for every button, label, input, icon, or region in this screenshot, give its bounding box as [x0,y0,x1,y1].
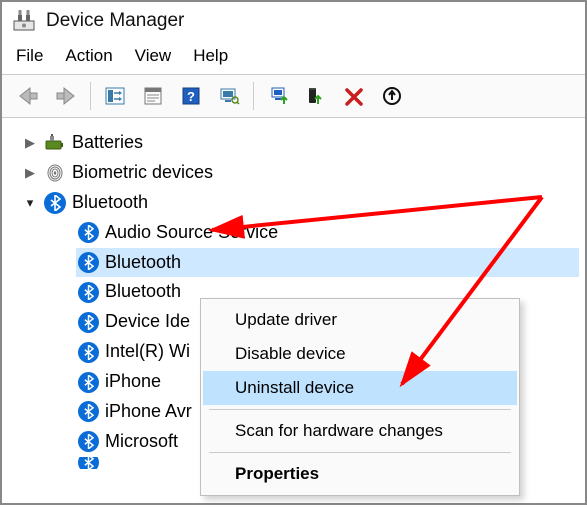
node-label: iPhone [105,368,161,396]
forward-button[interactable] [48,79,84,113]
update-driver-button[interactable] [260,79,296,113]
bluetooth-icon [78,401,99,422]
node-label: Bluetooth [72,189,148,217]
ctx-update-driver[interactable]: Update driver [203,303,517,337]
device-manager-icon [12,10,36,32]
battery-icon [44,132,66,154]
disable-device-button[interactable] [336,79,372,113]
node-label: Audio Source Service [105,219,278,247]
node-label: Bluetooth [105,278,181,306]
caret-collapsed-icon[interactable]: ▶ [22,133,38,153]
ctx-uninstall-device[interactable]: Uninstall device [203,371,517,405]
context-menu: Update driver Disable device Uninstall d… [200,298,520,496]
menu-help[interactable]: Help [193,46,228,66]
menu-action[interactable]: Action [65,46,112,66]
bluetooth-icon [78,252,99,273]
titlebar: Device Manager [2,2,585,38]
menubar: File Action View Help [2,38,585,74]
bluetooth-icon [78,282,99,303]
help-button[interactable]: ? [173,79,209,113]
window-title: Device Manager [46,10,184,32]
bluetooth-icon [78,372,99,393]
node-label: Batteries [72,129,143,157]
toolbar: ? [2,74,585,118]
ctx-scan-hardware[interactable]: Scan for hardware changes [203,414,517,448]
bluetooth-icon [78,431,99,452]
menu-view[interactable]: View [135,46,172,66]
tree-node-bluetooth[interactable]: ▾ Bluetooth [20,188,579,218]
scan-hardware-button[interactable] [211,79,247,113]
ctx-separator [209,409,511,410]
bluetooth-icon [78,312,99,333]
menu-file[interactable]: File [16,46,43,66]
ctx-properties[interactable]: Properties [203,457,517,491]
tree-node-batteries[interactable]: ▶ Batteries [20,128,579,158]
svg-text:?: ? [187,89,195,104]
bluetooth-icon [78,222,99,243]
separator [253,82,254,110]
ctx-disable-device[interactable]: Disable device [203,337,517,371]
enable-device-button[interactable] [374,79,410,113]
properties-button[interactable] [135,79,171,113]
bluetooth-icon [78,457,99,469]
bluetooth-icon [44,192,66,214]
tree-node-biometric[interactable]: ▶ Biometric devices [20,158,579,188]
node-label: Device Ide [105,308,190,336]
bluetooth-icon [78,342,99,363]
show-hide-console-button[interactable] [97,79,133,113]
node-label: Intel(R) Wi [105,338,190,366]
fingerprint-icon [44,162,66,184]
uninstall-device-button[interactable] [298,79,334,113]
node-label: Microsoft [105,428,178,456]
node-label: iPhone Avr [105,398,192,426]
tree-node-bt-device-selected[interactable]: Bluetooth [76,248,579,278]
ctx-separator [209,452,511,453]
separator [90,82,91,110]
node-label: Biometric devices [72,159,213,187]
tree-node-bt-audio[interactable]: Audio Source Service [76,218,579,248]
node-label: Bluetooth [105,249,181,277]
caret-expanded-icon[interactable]: ▾ [22,193,38,213]
caret-collapsed-icon[interactable]: ▶ [22,163,38,183]
back-button[interactable] [10,79,46,113]
